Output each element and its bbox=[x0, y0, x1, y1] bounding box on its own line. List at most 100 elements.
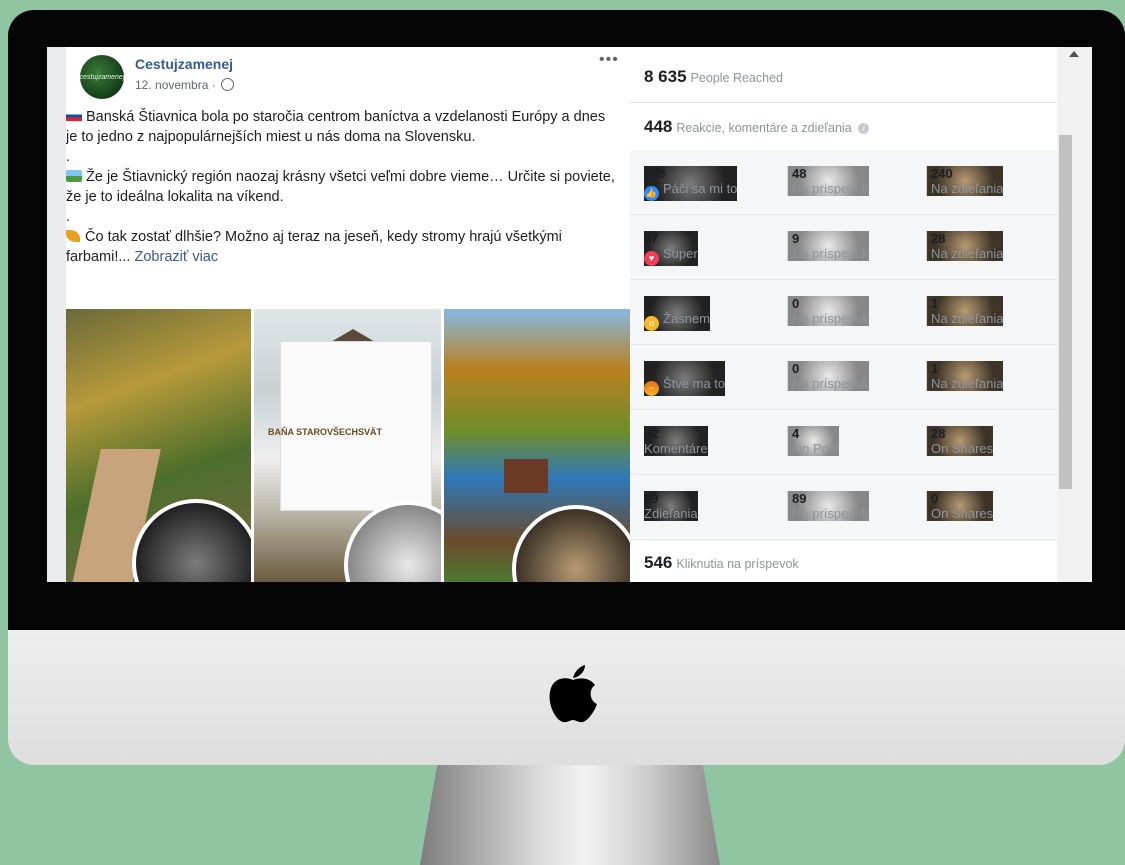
stat-label: Na zdieľania bbox=[931, 376, 1004, 391]
photo-mine-building[interactable]: BAŇA STAROVŠECHSVÄT bbox=[254, 309, 441, 582]
stat-value: 89 bbox=[644, 491, 659, 506]
stat-value: 1 bbox=[931, 296, 939, 311]
more-options-icon[interactable]: ••• bbox=[599, 51, 619, 69]
post-date[interactable]: 12. novembra · bbox=[135, 78, 235, 92]
stat-value: 0 bbox=[792, 296, 800, 311]
stat-row-wow: 1 o Žasnem 0 Na príspevok 1 Na zdieľania bbox=[630, 280, 1057, 345]
photo-lake[interactable] bbox=[444, 309, 631, 582]
post-text: Banská Štiavnica bola po staročia centro… bbox=[66, 107, 616, 267]
stat-label: On Shares bbox=[931, 506, 994, 521]
stat-label: Na príspevok bbox=[792, 181, 869, 196]
stat-label: ♥ Super bbox=[644, 246, 698, 266]
page-avatar[interactable]: cestujzamenej bbox=[80, 55, 124, 99]
stat-label: Zdieľania bbox=[644, 506, 698, 521]
stat-on-shares: 1 Na zdieľania bbox=[926, 361, 1004, 391]
stat-label-text: Štve ma to bbox=[663, 376, 726, 391]
people-reached-label: People Reached bbox=[690, 71, 783, 85]
info-icon[interactable]: i bbox=[858, 123, 870, 134]
stat-label: ~ Štve ma to bbox=[644, 376, 725, 396]
screen: cestujzamenej Cestujzamenej 12. novembra… bbox=[47, 47, 1092, 582]
post-date-text: 12. novembra · bbox=[135, 78, 216, 92]
stat-on-post: 9 Na príspevok bbox=[787, 231, 869, 261]
post-paragraph: Čo tak zostať dlhšie? Možno aj teraz na … bbox=[66, 227, 616, 267]
stat-value: 4 bbox=[792, 426, 800, 441]
scroll-up-arrow-icon[interactable] bbox=[1069, 51, 1079, 57]
stat-value: 48 bbox=[792, 166, 807, 181]
page-name[interactable]: Cestujzamenej bbox=[135, 56, 233, 72]
post-paragraph: . bbox=[66, 209, 71, 225]
post-paragraph: . bbox=[66, 149, 71, 165]
see-more-link[interactable]: Zobraziť viac bbox=[135, 249, 219, 265]
stat-row-shares: 89 Zdieľania 89 Na príspevok 0 On Shares bbox=[630, 475, 1057, 540]
autumn-leaf-icon bbox=[66, 230, 80, 242]
globe-icon bbox=[221, 78, 235, 91]
stat-on-shares: 240 Na zdieľania bbox=[926, 166, 1004, 196]
stat-value: 288 bbox=[644, 166, 666, 181]
stat-on-post: 89 Na príspevok bbox=[787, 491, 869, 521]
stat-on-post: 0 Na príspevok bbox=[787, 361, 869, 391]
stat-label: Na zdieľania bbox=[931, 181, 1004, 196]
slovakia-flag-icon bbox=[66, 111, 82, 121]
stat-on-post: 0 Na príspevok bbox=[787, 296, 869, 326]
photo-inset-vr bbox=[512, 505, 631, 582]
stat-label: Na príspevok bbox=[792, 506, 869, 521]
building-sign: BAŇA STAROVŠECHSVÄT bbox=[268, 427, 383, 437]
stat-row-love: 37 ♥ Super 9 Na príspevok 28 Na zdieľania bbox=[630, 215, 1057, 280]
scrollbar[interactable] bbox=[1057, 47, 1092, 582]
stat-row-angry: 1 ~ Štve ma to 0 Na príspevok 1 Na zdieľania bbox=[630, 345, 1057, 410]
stat-total: 89 Zdieľania bbox=[644, 491, 698, 521]
post-clicks-value: 546 bbox=[644, 553, 673, 572]
stat-value: 1 bbox=[931, 361, 939, 376]
stat-value: 28 bbox=[931, 426, 946, 441]
photo-inset-tower bbox=[344, 501, 441, 582]
stat-on-post: 48 Na príspevok bbox=[787, 166, 869, 196]
stat-total: 32 Komentáre bbox=[644, 426, 708, 456]
photo-inset-cave bbox=[132, 499, 251, 582]
stat-on-shares: 0 On Shares bbox=[926, 491, 994, 521]
post-paragraph: Banská Štiavnica bola po staročia centro… bbox=[66, 107, 616, 147]
stat-on-shares: 28 On Shares bbox=[926, 426, 994, 456]
stat-label: Na zdieľania bbox=[931, 311, 1004, 326]
facebook-post: cestujzamenej Cestujzamenej 12. novembra… bbox=[66, 47, 631, 582]
mine-building bbox=[280, 341, 432, 511]
stats-table: 288 👍 Páči sa mi to 48 Na príspevok 240 Na z… bbox=[630, 150, 1057, 540]
stat-label: Na zdieľania bbox=[931, 246, 1004, 261]
stat-total: 1 ~ Štve ma to bbox=[644, 361, 726, 396]
landscape-icon bbox=[66, 170, 82, 182]
stat-value: 89 bbox=[792, 491, 807, 506]
monitor-stand bbox=[420, 760, 720, 865]
scrollbar-thumb[interactable] bbox=[1059, 135, 1072, 489]
stat-on-shares: 28 Na zdieľania bbox=[926, 231, 1004, 261]
stat-label-text: Žasnem bbox=[663, 311, 710, 326]
stat-value: 240 bbox=[931, 166, 953, 181]
stat-total: 1 o Žasnem bbox=[644, 296, 710, 331]
stat-label: Na príspevok bbox=[792, 246, 869, 261]
stat-value: 0 bbox=[931, 491, 939, 506]
people-reached: 8 635 People Reached bbox=[644, 67, 783, 87]
paragraph-text: Že je Štiavnický región naozaj krásny vš… bbox=[66, 169, 615, 205]
avatar-text: cestujzamenej bbox=[79, 73, 125, 81]
post-paragraph: Že je Štiavnický región naozaj krásny vš… bbox=[66, 167, 616, 207]
people-reached-row: 8 635 People Reached bbox=[630, 47, 1057, 103]
like-icon: 👍 bbox=[644, 186, 659, 201]
stat-value: 32 bbox=[644, 426, 659, 441]
photo-forest-path[interactable] bbox=[66, 309, 251, 582]
stat-label: Komentáre bbox=[644, 441, 708, 456]
stat-value: 9 bbox=[792, 231, 800, 246]
stat-label: On Post bbox=[792, 441, 839, 456]
apple-logo-icon bbox=[549, 665, 597, 723]
stat-value: 0 bbox=[792, 361, 800, 376]
post-clicks: 546 Kliknutia na príspevok bbox=[644, 553, 799, 573]
engagement: 448 Reakcie, komentáre a zdieľania i bbox=[644, 117, 870, 137]
stat-label-text: Páči sa mi to bbox=[663, 181, 738, 196]
post-clicks-label: Kliknutia na príspevok bbox=[676, 557, 799, 571]
stat-value: 37 bbox=[644, 231, 659, 246]
stat-value: 1 bbox=[644, 361, 652, 376]
stat-label: 👍 Páči sa mi to bbox=[644, 181, 737, 201]
photo-collage: BAŇA STAROVŠECHSVÄT bbox=[66, 309, 631, 582]
insights-panel: 8 635 People Reached 448 Reakcie, komentár… bbox=[630, 47, 1057, 582]
stat-on-shares: 1 Na zdieľania bbox=[926, 296, 1004, 326]
stat-total: 37 ♥ Super bbox=[644, 231, 698, 266]
stat-total: 288 👍 Páči sa mi to bbox=[644, 166, 738, 201]
stat-label: o Žasnem bbox=[644, 311, 710, 331]
